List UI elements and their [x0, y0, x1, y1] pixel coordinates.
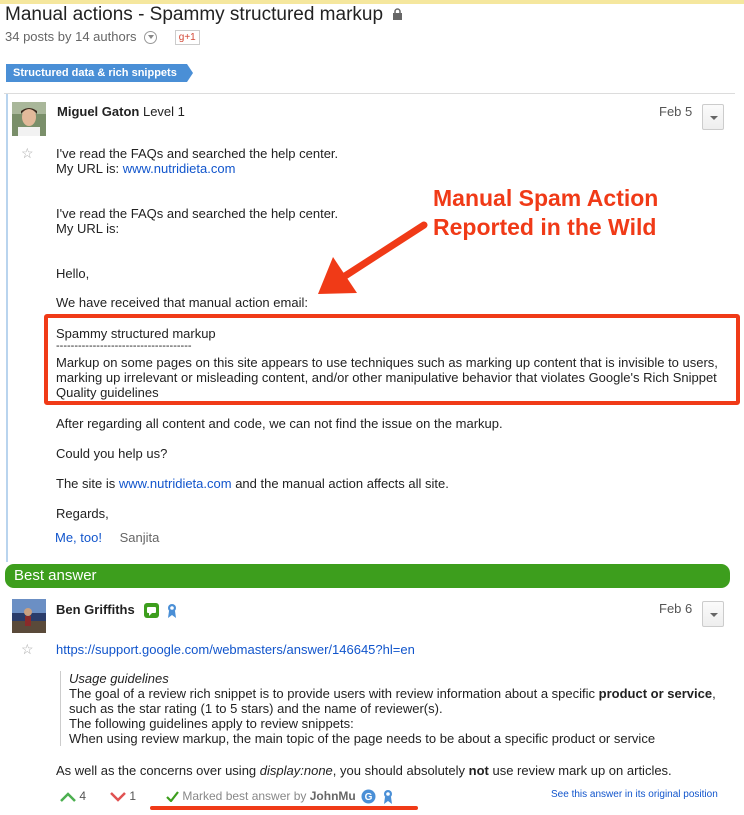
- quote-title: Usage guidelines: [69, 671, 169, 686]
- support-link[interactable]: https://support.google.com/webmasters/an…: [56, 642, 415, 657]
- downvote-count: 1: [129, 789, 137, 803]
- quote-text: ,: [712, 686, 716, 701]
- answer-link-line: https://support.google.com/webmasters/an…: [56, 642, 415, 657]
- google-employee-icon: G: [361, 789, 376, 804]
- quote-line: When using review markup, the main topic…: [69, 731, 656, 746]
- body-bold: not: [468, 763, 489, 778]
- body-text: As well as the concerns over using: [56, 763, 260, 778]
- quote-line: The goal of a review rich snippet is to …: [69, 686, 730, 701]
- svg-text:G: G: [365, 792, 373, 803]
- upvote-count: 4: [79, 789, 87, 803]
- post-date: Feb 6: [659, 601, 693, 616]
- quote-bold: product or service: [598, 686, 713, 701]
- original-position-link[interactable]: See this answer in its original position: [551, 789, 718, 800]
- avatar[interactable]: [12, 599, 46, 633]
- annotation-underline: [150, 806, 418, 810]
- chevron-up-icon: [60, 792, 76, 802]
- me-too-row: Me, too! Sanjita: [55, 530, 159, 545]
- ribbon-icon: [382, 789, 397, 805]
- checkmark-icon: [166, 791, 179, 803]
- post-author: Ben Griffiths: [56, 602, 181, 619]
- body-text: use review mark up on articles.: [488, 763, 672, 778]
- star-icon[interactable]: ☆: [21, 641, 34, 658]
- callout-line: Reported in the Wild: [433, 214, 657, 240]
- callout-line: Manual Spam Action: [433, 185, 659, 211]
- marked-best-answer: Marked best answer by JohnMu G: [166, 789, 397, 805]
- body-italic: display:none: [259, 763, 333, 778]
- quote-line: The following guidelines apply to review…: [69, 716, 354, 731]
- answer-body: As well as the concerns over using displ…: [56, 763, 672, 778]
- ribbon-icon: [166, 603, 181, 619]
- top-contributor-icon: [144, 603, 160, 619]
- quote-text: The goal of a review rich snippet is to …: [69, 686, 599, 701]
- me-too-user[interactable]: Sanjita: [120, 530, 160, 545]
- annotation-callout: Manual Spam Action Reported in the Wild: [433, 184, 658, 242]
- author-name[interactable]: Ben Griffiths: [56, 602, 135, 617]
- post-menu-button[interactable]: [702, 601, 724, 627]
- best-answer-header: Best answer: [5, 564, 730, 588]
- chevron-down-icon: [110, 791, 126, 802]
- downvote-button[interactable]: 1: [110, 789, 136, 803]
- marked-by-user[interactable]: JohnMu: [310, 789, 356, 803]
- body-text: , you should absolutely: [332, 763, 469, 778]
- me-too-button[interactable]: Me, too!: [55, 530, 102, 545]
- quoted-guidelines: Usage guidelines The goal of a review ri…: [60, 671, 730, 746]
- quote-line: such as the star rating (1 to 5 stars) a…: [69, 701, 443, 716]
- upvote-button[interactable]: 4: [60, 789, 86, 803]
- marked-by-label: Marked best answer by: [182, 789, 310, 803]
